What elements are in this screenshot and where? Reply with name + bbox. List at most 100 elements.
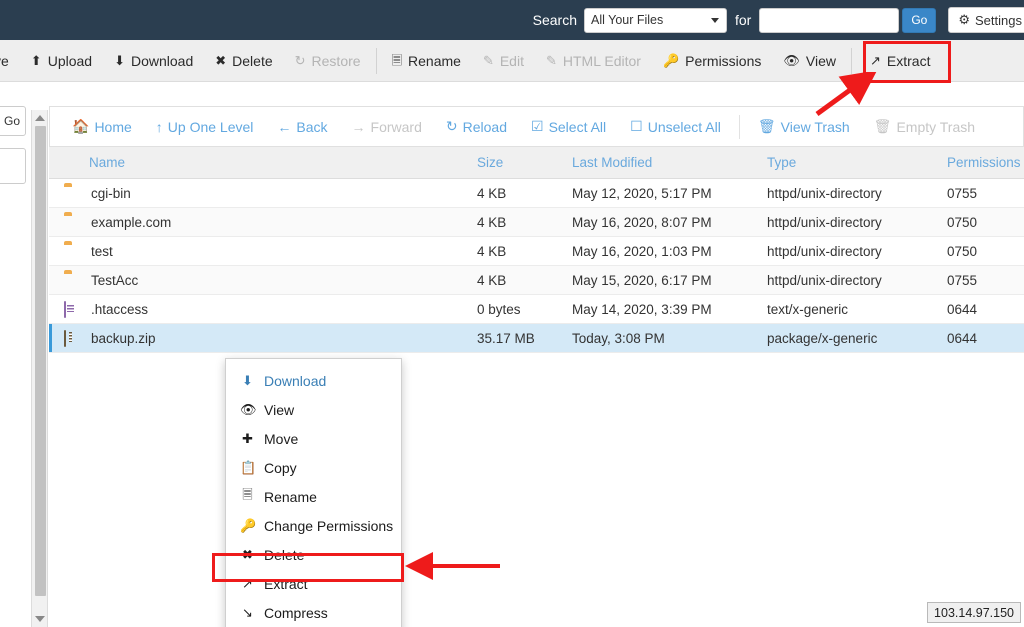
download-icon: ⬇ [242, 372, 253, 388]
toolbar-divider [375, 47, 377, 74]
upload-icon: ⬆ [30, 53, 42, 68]
cell-name[interactable]: test [49, 236, 469, 266]
cell-last-modified: May 16, 2020, 1:03 PM [564, 236, 759, 266]
file-icon: 🗏 [242, 486, 253, 502]
extract-icon: ↗ [869, 53, 881, 68]
file-name-label: backup.zip [91, 330, 156, 346]
toolbar-item-rename[interactable]: 🗏 Rename [381, 40, 472, 82]
context-menu-item-delete[interactable]: ✖ Delete [226, 540, 401, 569]
nav-item-up-one-level[interactable]: ↑ Up One Level [144, 107, 266, 147]
context-menu-item-download-label: Download [264, 372, 327, 389]
nav-item-back[interactable]: ← Back [265, 107, 339, 147]
cell-name[interactable]: .htaccess [49, 294, 469, 324]
arrow-right-icon: → [351, 118, 366, 135]
folder-icon [64, 186, 81, 201]
nav-item-reload[interactable]: ↻ Reload [434, 107, 519, 147]
nav-item-view-trash[interactable]: 🗑 View Trash [746, 107, 862, 147]
arrow-left-icon: ← [277, 118, 292, 135]
toolbar-item-download[interactable]: ⬇ Download [103, 40, 204, 82]
cell-permissions: 0755 [931, 178, 1024, 208]
context-menu-item-rename[interactable]: 🗏 Rename [226, 482, 401, 511]
scrollbar-thumb[interactable] [35, 126, 46, 596]
file-name-label: cgi-bin [91, 185, 131, 201]
cell-name[interactable]: cgi-bin [49, 178, 469, 208]
cell-permissions: 0644 [931, 323, 1024, 353]
toolbar-item-extract[interactable]: ↗ Extract [856, 40, 941, 82]
cell-type: httpd/unix-directory [759, 178, 931, 208]
table-row[interactable]: cgi-bin 4 KB May 12, 2020, 5:17 PM httpd… [49, 178, 1024, 208]
cell-name[interactable]: backup.zip [49, 323, 469, 353]
context-menu-item-extract[interactable]: ↗ Extract [226, 569, 401, 598]
file-table: Name Size Last Modified Type Permissions… [49, 146, 1024, 353]
folder-icon [64, 273, 81, 288]
restore-icon: ↻ [294, 53, 306, 68]
chevron-down-icon [711, 18, 719, 23]
toolbar-item-delete[interactable]: ✖ Delete [204, 40, 283, 82]
column-header-size[interactable]: Size [469, 146, 564, 179]
file-context-menu: ⬇ Download 👁 View ✚ Move 📋 Copy 🗏 Rename… [225, 358, 402, 627]
toolbar-item-html-editor: ✎ HTML Editor [535, 40, 652, 82]
context-menu-item-change-permissions-label: Change Permissions [264, 517, 394, 534]
nav-item-select-all[interactable]: ☑ Select All [519, 107, 618, 147]
cell-type: package/x-generic [759, 323, 931, 353]
column-header-type[interactable]: Type [759, 146, 931, 179]
cell-size: 0 bytes [469, 294, 564, 324]
toolbar-item-view-label: View [805, 52, 836, 69]
nav-item-select-all-label: Select All [548, 118, 607, 135]
nav-item-forward: → Forward [340, 107, 434, 147]
settings-label: Settings [975, 12, 1022, 28]
arrow-up-icon: ↑ [155, 118, 163, 135]
toolbar-item-save-label: ve [0, 52, 9, 69]
context-menu-item-change-permissions[interactable]: 🔑 Change Permissions [226, 511, 401, 540]
table-row[interactable]: test 4 KB May 16, 2020, 1:03 PM httpd/un… [49, 236, 1024, 266]
search-input[interactable] [759, 7, 900, 33]
checkbox-checked-icon: ☑ [531, 118, 544, 134]
context-menu-item-download[interactable]: ⬇ Download [226, 366, 401, 395]
search-scope-select[interactable]: All Your Files [584, 7, 727, 33]
toolbar-item-restore-label: Restore [311, 52, 361, 69]
toolbar-item-view[interactable]: 👁 View [772, 40, 847, 82]
settings-button[interactable]: ⚙ Settings [948, 7, 1024, 33]
column-header-last-modified[interactable]: Last Modified [564, 146, 759, 179]
nav-item-empty-trash-label: Empty Trash [896, 118, 976, 135]
nav-item-home-label: Home [94, 118, 132, 135]
nav-item-empty-trash: 🗑 Empty Trash [862, 107, 987, 147]
html-editor-icon: ✎ [545, 53, 557, 68]
toolbar-item-save[interactable]: ve [0, 40, 20, 82]
column-header-name[interactable]: Name [49, 146, 469, 179]
context-menu-item-move[interactable]: ✚ Move [226, 424, 401, 453]
pencil-icon: ✎ [482, 53, 494, 68]
cell-type: httpd/unix-directory [759, 265, 931, 295]
toolbar-item-rename-label: Rename [408, 52, 461, 69]
table-row[interactable]: TestAcc 4 KB May 15, 2020, 6:17 PM httpd… [49, 265, 1024, 295]
search-go-button[interactable]: Go [902, 7, 937, 33]
table-row-selected[interactable]: backup.zip 35.17 MB Today, 3:08 PM packa… [49, 323, 1024, 353]
context-menu-item-copy-label: Copy [264, 459, 297, 476]
cell-permissions: 0750 [931, 236, 1024, 266]
nav-item-home[interactable]: 🏠 Home [60, 107, 144, 147]
cell-name[interactable]: example.com [49, 207, 469, 237]
context-menu-item-compress[interactable]: ↘ Compress [226, 598, 401, 627]
column-header-permissions[interactable]: Permissions [931, 146, 1024, 179]
context-menu-item-copy[interactable]: 📋 Copy [226, 453, 401, 482]
trash-icon: 🗑 [757, 118, 776, 134]
cell-name[interactable]: TestAcc [49, 265, 469, 295]
table-row[interactable]: .htaccess 0 bytes May 14, 2020, 3:39 PM … [49, 294, 1024, 324]
context-menu-item-view[interactable]: 👁 View [226, 395, 401, 424]
sidebar-input-field[interactable] [0, 148, 26, 184]
cell-size: 35.17 MB [469, 323, 564, 353]
page-scrollbar[interactable] [31, 110, 48, 627]
sidebar-go-button[interactable]: Go [0, 106, 26, 136]
x-mark-icon: ✖ [242, 546, 253, 562]
nav-divider [738, 114, 740, 139]
toolbar-item-permissions[interactable]: 🔑 Permissions [652, 40, 772, 82]
eye-icon: 👁 [240, 401, 257, 417]
table-row[interactable]: example.com 4 KB May 16, 2020, 8:07 PM h… [49, 207, 1024, 237]
toolbar-item-upload[interactable]: ⬆ Upload [20, 40, 103, 82]
scroll-up-arrow-icon[interactable] [34, 115, 45, 121]
scroll-down-arrow-icon[interactable] [34, 616, 45, 622]
nav-item-forward-label: Forward [370, 118, 422, 135]
toolbar-item-delete-label: Delete [232, 52, 273, 69]
nav-item-unselect-all[interactable]: ☐ Unselect All [618, 107, 733, 147]
search-scope-value: All Your Files [591, 13, 664, 27]
